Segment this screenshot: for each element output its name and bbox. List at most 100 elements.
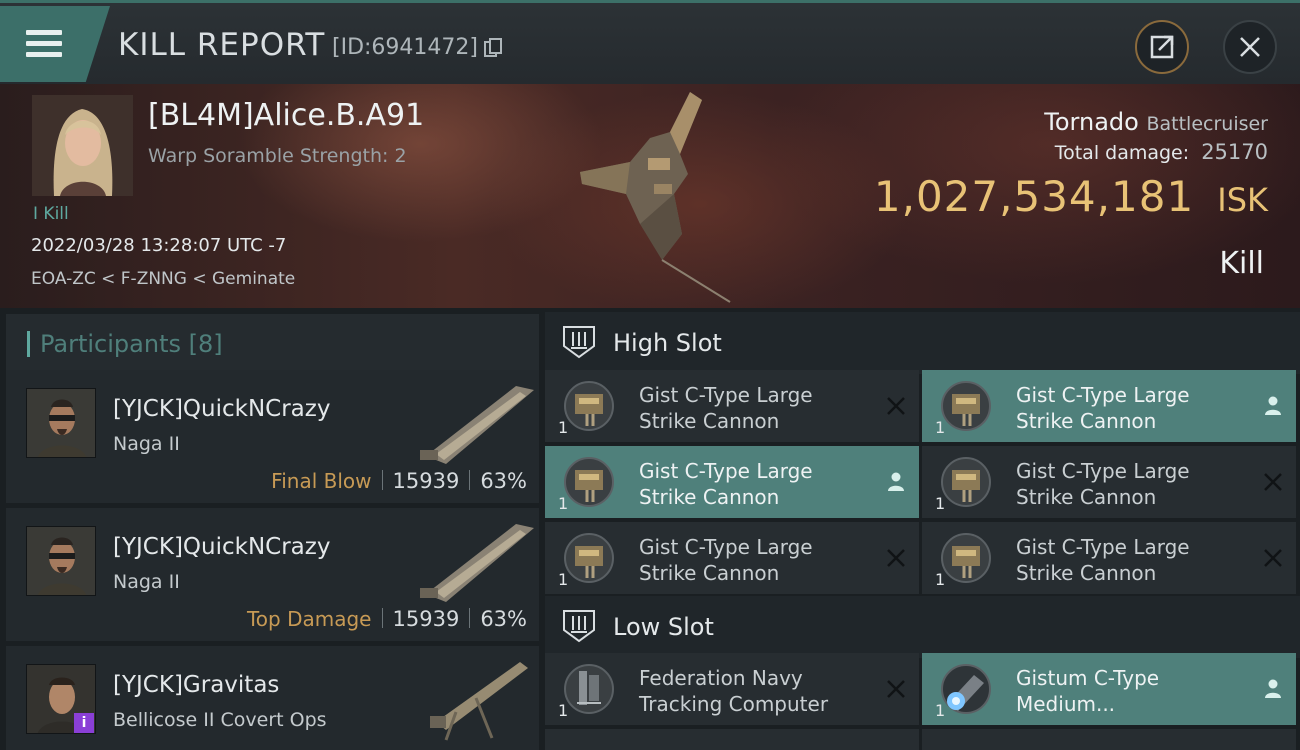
kill-timestamp: 2022/03/28 13:28:07 UTC -7 [31,235,287,256]
participant-percent: 63% [480,607,527,631]
participant-avatar[interactable] [26,388,96,458]
dropped-person-icon [1265,396,1281,415]
high-slot-header: High Slot [545,312,1300,374]
module-item[interactable]: 1 Gist C-Type Large Strike Cannon [922,370,1296,442]
menu-button[interactable] [0,6,110,82]
module-quantity: 1 [935,494,946,513]
module-quantity: 1 [935,570,946,589]
module-item[interactable]: 1 Federation Navy Tracking Computer [545,653,919,725]
participant-damage: 15939 [392,469,460,493]
destroyed-x-icon [887,680,905,698]
isk-unit: ISK [1217,181,1268,219]
module-name: Gist C-Type Large Strike Cannon [639,459,813,509]
participant-name[interactable]: [YJCK]Gravitas [113,672,279,698]
module-quantity: 1 [558,418,569,437]
participant-weapon-image [420,386,534,464]
high-slot-label: High Slot [613,329,722,357]
result-label: Kill [1219,246,1264,281]
participant-row[interactable]: i [YJCK]Gravitas Bellicose II Covert Ops [6,646,539,750]
low-slot-header: Low Slot [545,596,1300,658]
fitting-panel: High Slot 1 Gist C-Type Large Strike Can… [545,308,1300,750]
kill-tag: I Kill [33,204,69,224]
total-damage-label: Total damage: [1054,142,1190,164]
close-icon [1240,37,1260,57]
participant-weapon-image [420,524,534,602]
participant-portrait-image [27,389,95,457]
destroyed-x-icon [1264,473,1282,491]
module-quantity: 1 [558,701,569,720]
victim-banner: [BL4M]Alice.B.A91 Warp Soramble Strength… [0,84,1300,308]
participants-label: Participants [8] [40,330,223,358]
module-quantity: 1 [558,494,569,513]
module-quantity: 1 [935,418,946,437]
title-bar: KILL REPORT [ID:6941472] [0,0,1300,84]
victim-portrait-image [32,95,133,196]
kill-location[interactable]: EOA-ZC < F-ZNNG < Geminate [31,269,295,289]
participant-stats: Top Damage 15939 63% [247,607,527,631]
module-item[interactable]: 1 Gist C-Type Large Strike Cannon [545,370,919,442]
copy-icon[interactable] [484,38,502,58]
module-name: Gist C-Type Large Strike Cannon [639,535,813,585]
warp-scramble-text: Warp Soramble Strength: 2 [148,145,407,167]
participant-damage: 15939 [392,607,460,631]
victim-name[interactable]: [BL4M]Alice.B.A91 [148,98,424,133]
module-name: Gist C-Type Large Strike Cannon [639,383,813,433]
participant-percent: 63% [480,469,527,493]
low-slot-label: Low Slot [613,613,714,641]
module-quantity: 1 [935,701,946,720]
participant-ship: Naga II [113,571,180,593]
participant-stats: Final Blow 15939 63% [271,469,527,493]
isk-value-line: 1,027,534,181 ISK [874,172,1268,221]
participant-name[interactable]: [YJCK]QuickNCrazy [113,534,330,560]
share-icon [1150,35,1174,59]
module-item[interactable]: 1 Gistum C-Type Medium... [922,653,1296,725]
module-item-partial[interactable] [922,729,1296,750]
participant-role: Top Damage [246,607,372,631]
report-id: [ID:6941472] [332,35,478,60]
victim-avatar[interactable] [32,95,133,196]
share-button[interactable] [1135,20,1189,74]
participant-weapon-image [430,662,528,741]
total-damage-line: Total damage: 25170 [1055,140,1268,164]
module-item[interactable]: 1 Gist C-Type Large Strike Cannon [545,446,919,518]
info-badge: i [74,713,94,733]
total-damage-value: 25170 [1201,140,1268,164]
participant-row[interactable]: [YJCK]QuickNCrazy Naga II Final Blow 1593… [6,370,539,503]
module-item[interactable]: 1 Gist C-Type Large Strike Cannon [545,522,919,594]
isk-value: 1,027,534,181 [873,172,1195,221]
participant-avatar[interactable] [26,526,96,596]
destroyed-x-icon [887,397,905,415]
participant-ship: Bellicose II Covert Ops [113,709,327,731]
dropped-person-icon [888,472,904,491]
destroyed-x-icon [1264,549,1282,567]
module-name: Gist C-Type Large Strike Cannon [1016,459,1190,509]
victim-ship-line: Tornado Battlecruiser [1044,108,1268,136]
participant-ship: Naga II [113,433,180,455]
module-name: Gist C-Type Large Strike Cannon [1016,535,1190,585]
module-name: Gist C-Type Large Strike Cannon [1016,383,1190,433]
hamburger-menu-icon [26,30,62,58]
participant-role: Final Blow [271,469,372,493]
victim-ship-class: Battlecruiser [1146,113,1268,135]
participants-panel: Participants [8] [YJCK]QuickNCrazy Naga … [0,308,545,750]
dropped-person-icon [1265,679,1281,698]
low-slot-icon [563,610,595,643]
victim-ship-image [580,92,731,303]
victim-ship-name[interactable]: Tornado [1044,108,1139,136]
participant-row[interactable]: [YJCK]QuickNCrazy Naga II Top Damage 1593… [6,508,539,641]
participant-name[interactable]: [YJCK]QuickNCrazy [113,396,330,422]
module-name: Gistum C-Type Medium... [1016,666,1160,716]
destroyed-x-icon [887,549,905,567]
participant-avatar[interactable]: i [26,664,96,734]
module-name: Federation Navy Tracking Computer [639,666,829,716]
participant-portrait-image [27,527,95,595]
participants-header[interactable]: Participants [8] [6,314,539,370]
participants-accent-bar [27,331,30,357]
module-item[interactable]: 1 Gist C-Type Large Strike Cannon [922,522,1296,594]
page-title: KILL REPORT [118,27,326,63]
high-slot-icon [563,326,595,359]
module-item[interactable]: 1 Gist C-Type Large Strike Cannon [922,446,1296,518]
participants-count: [8] [188,330,223,358]
close-button[interactable] [1223,20,1277,74]
module-item-partial[interactable] [545,729,919,750]
